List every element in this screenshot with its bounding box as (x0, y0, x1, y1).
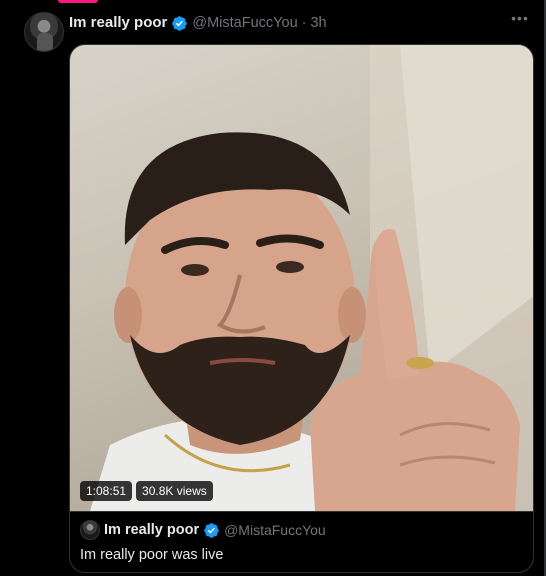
active-tab-indicator (58, 0, 98, 3)
media-card[interactable]: 1:08:51 30.8K views Im really poor @Mist… (69, 44, 534, 573)
quoted-tweet-header: Im really poor @MistaFuccYou (80, 520, 523, 540)
avatar[interactable] (24, 12, 64, 52)
video-badges: 1:08:51 30.8K views (80, 481, 213, 501)
quoted-text: Im really poor was live (80, 547, 224, 563)
quoted-handle: @MistaFuccYou (224, 522, 326, 538)
display-name[interactable]: Im really poor (69, 13, 167, 33)
quoted-avatar (80, 520, 100, 540)
video-frame-illustration (90, 45, 533, 511)
video-duration: 1:08:51 (80, 481, 133, 501)
separator-dot: · (301, 15, 307, 31)
tweet-header: Im really poor @MistaFuccYou · 3h (69, 13, 327, 33)
tweet-frame: Im really poor @MistaFuccYou · 3h ••• 1:… (0, 0, 546, 576)
more-icon[interactable]: ••• (508, 11, 532, 32)
quoted-tweet[interactable]: Im really poor @MistaFuccYou Im really p… (70, 511, 533, 572)
video-views: 30.8K views (136, 481, 213, 501)
video-thumbnail[interactable]: 1:08:51 30.8K views (70, 45, 533, 511)
quoted-verified-badge-icon (203, 522, 220, 539)
timestamp[interactable]: 3h (310, 13, 326, 33)
verified-badge-icon (171, 15, 188, 32)
user-handle[interactable]: @MistaFuccYou (192, 13, 297, 33)
quoted-display-name: Im really poor (104, 522, 200, 538)
